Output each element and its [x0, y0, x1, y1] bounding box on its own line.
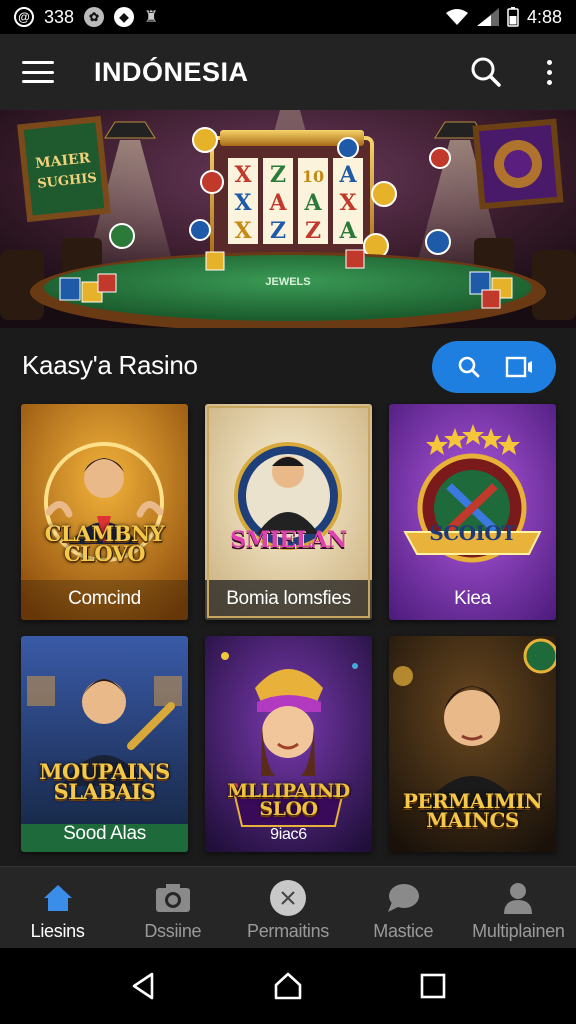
game-label: 9iac6 — [270, 826, 307, 843]
reel-symbol: A — [338, 162, 357, 188]
game-grid: CLAMBNY CLOVO Comcind SMIELAN Bomia lomsf… — [21, 404, 556, 852]
game-card[interactable]: SCOIOT Kiea — [389, 404, 556, 620]
person-icon — [504, 883, 533, 914]
search-icon[interactable] — [470, 56, 502, 88]
menu-icon[interactable] — [22, 61, 54, 83]
reel-symbol: X — [234, 218, 252, 244]
section-search-button[interactable] — [449, 347, 489, 387]
game-label: Bomia lomsfies — [226, 588, 351, 609]
recents-button[interactable] — [409, 962, 457, 1010]
reel-symbol: X — [339, 190, 357, 216]
home-outline-icon — [274, 972, 302, 1000]
nav-label: Mastice — [373, 921, 434, 941]
game-logo: SMIELAN — [230, 527, 347, 553]
android-icon: ♜ — [144, 9, 159, 26]
status-bar: @ 338 ✿ ◆ ♜ 4:88 — [0, 0, 576, 34]
reel-symbol: A — [338, 218, 357, 244]
nav-item-messages[interactable]: Mastice — [346, 867, 461, 948]
app-title: INDÓNESIA — [94, 56, 249, 87]
app-bar: INDÓNESIA — [0, 34, 576, 110]
section-title: Kaasy'a Rasino — [22, 350, 198, 380]
back-button[interactable] — [119, 962, 167, 1010]
back-triangle-icon — [132, 972, 153, 1000]
section-action-pill — [432, 341, 556, 393]
section-cast-button[interactable] — [499, 347, 539, 387]
nav-label: Multiplainen — [472, 921, 565, 941]
nav-label: Liesins — [30, 921, 85, 941]
recents-square-icon — [421, 973, 446, 999]
game-label: Kiea — [454, 588, 491, 609]
game-card[interactable]: SMIELAN Bomia lomsfies — [205, 404, 372, 620]
screen-cast-icon — [505, 356, 532, 378]
table-text: JEWELS — [265, 276, 310, 288]
nav-item-permissions[interactable]: Permaitins — [230, 867, 345, 948]
game-card[interactable]: CLAMBNY CLOVO Comcind — [21, 404, 188, 620]
game-label: Comcind — [68, 588, 141, 609]
reel-symbol: Z — [270, 218, 286, 244]
reel-symbol: X — [234, 190, 252, 216]
search-icon — [458, 356, 480, 378]
signal-icon — [476, 8, 499, 26]
game-art — [21, 636, 188, 852]
game-logo: MLLIPAIND SLOO — [227, 780, 350, 821]
clock: 4:88 — [526, 6, 562, 27]
game-card[interactable]: MOUPAINS SLABAIS Sood Alas — [21, 636, 188, 852]
nav-label: Permaitins — [246, 921, 330, 941]
game-logo: PERMAIMIN MAINCS — [402, 789, 543, 832]
wifi-icon — [445, 9, 468, 25]
chat-bubble-icon — [388, 884, 420, 912]
reel-symbol: A — [303, 190, 322, 216]
notification-count: 338 — [44, 6, 75, 27]
reel-symbol: 10 — [302, 167, 324, 186]
reel-symbol: A — [268, 190, 287, 216]
system-navigation-bar — [0, 948, 576, 1024]
battery-icon — [507, 7, 519, 27]
close-circle-icon — [270, 880, 306, 916]
reel-symbol: X — [234, 162, 252, 188]
game-label: Sood Alas — [63, 823, 146, 844]
game-card[interactable]: PERMAIMIN MAINCS — [389, 636, 556, 852]
hero-banner[interactable]: MAIER SUGHIS X Z 10 A X A A X X Z Z A JE… — [0, 110, 576, 328]
reel-symbol: Z — [270, 162, 286, 188]
play-circle-icon: ◆ — [114, 7, 135, 27]
more-vert-icon[interactable] — [544, 59, 554, 85]
camera-icon — [155, 884, 190, 912]
home-icon — [43, 885, 72, 911]
nav-item-home[interactable]: Liesins — [0, 867, 115, 948]
game-logo: CLAMBNY CLOVO — [44, 521, 165, 566]
bottom-navigation: Liesins Dssiine Permaitins Mastice Multi… — [0, 866, 576, 948]
game-logo: MOUPAINS SLABAIS — [39, 759, 170, 804]
game-logo: SCOIOT — [429, 521, 516, 545]
nav-item-profile[interactable]: Multiplainen — [461, 867, 576, 948]
settings-gear-icon: ✿ — [84, 7, 105, 27]
casino-table-illustration: MAIER SUGHIS X Z 10 A X A A X X Z Z A JE… — [0, 110, 576, 328]
nav-item-camera[interactable]: Dssiine — [115, 867, 230, 948]
reel-symbol: Z — [305, 218, 321, 244]
nav-label: Dssiine — [144, 921, 202, 941]
home-button[interactable] — [264, 962, 312, 1010]
game-card[interactable]: MLLIPAIND SLOO 9iac6 — [205, 636, 372, 852]
at-sign-icon: @ — [14, 7, 34, 27]
